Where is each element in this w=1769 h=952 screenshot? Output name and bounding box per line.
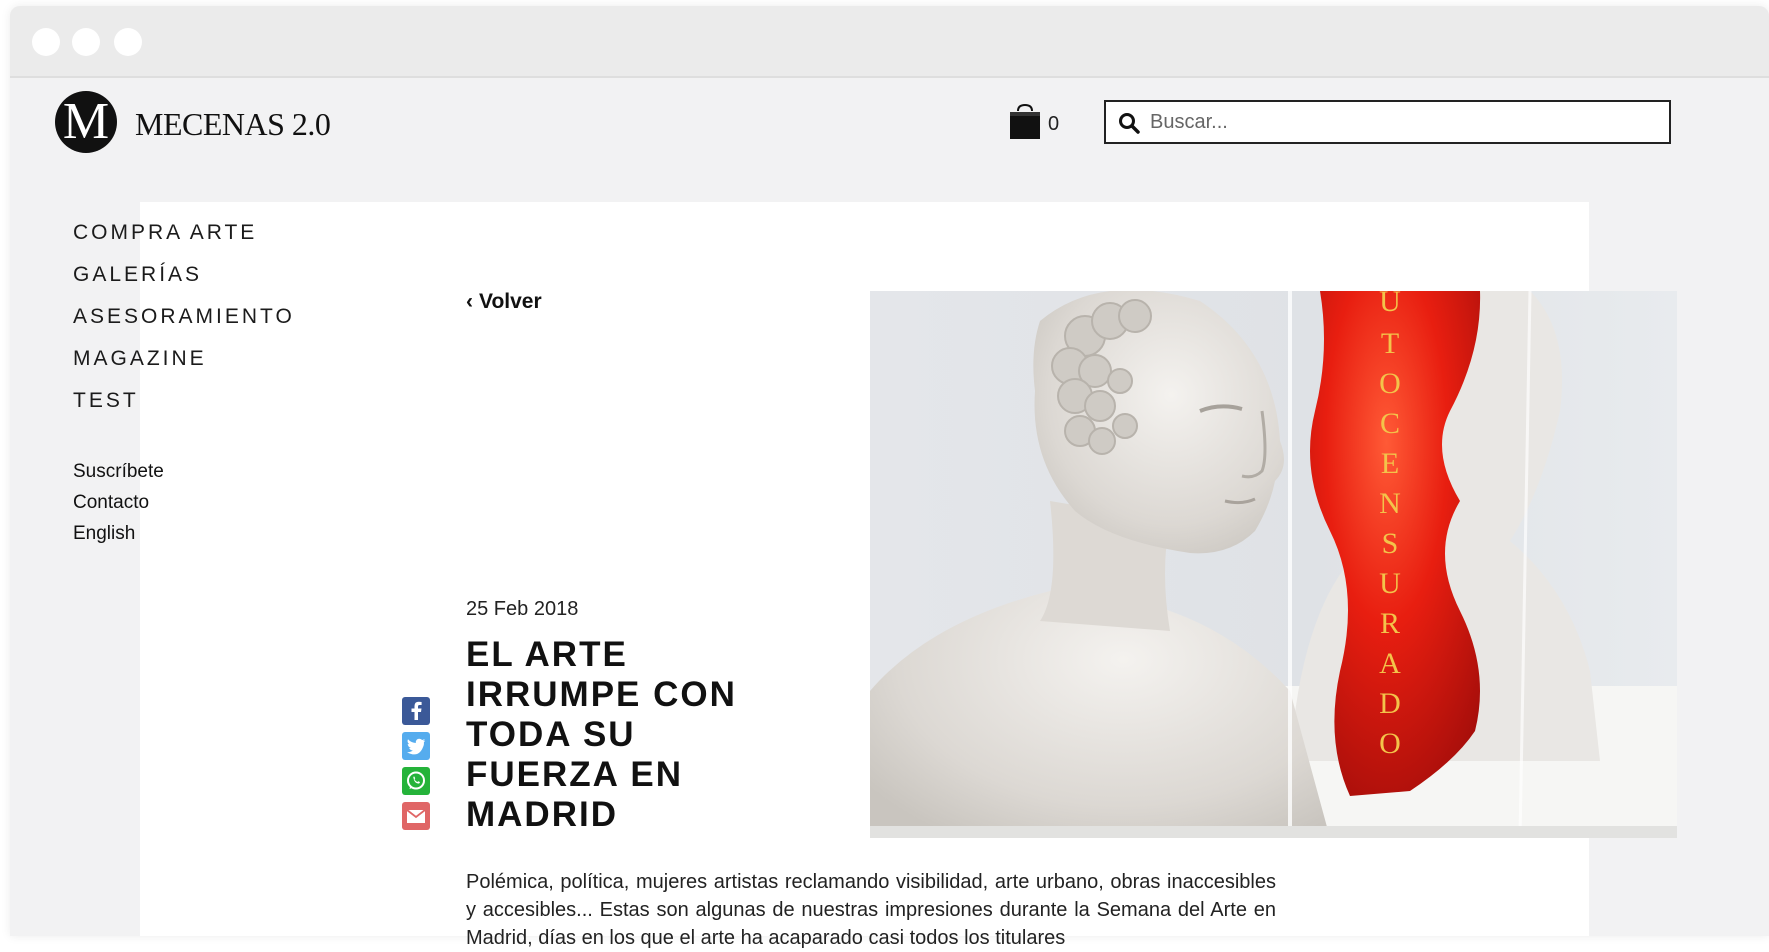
svg-text:A: A [1379,647,1401,680]
svg-text:C: C [1380,407,1400,440]
title-line: MADRID [466,795,618,834]
title-bar [10,6,1769,78]
nav-item-magazine[interactable]: MAGAZINE [73,346,295,388]
article-hero-image[interactable]: U T O C E N S U R A D O [870,291,1677,838]
nav-link-contacto[interactable]: Contacto [73,491,164,522]
svg-text:S: S [1382,527,1399,560]
window-maximize-dot[interactable] [114,28,142,56]
svg-text:O: O [1379,727,1401,760]
shopping-bag-icon[interactable] [1007,103,1043,141]
article-date: 25 Feb 2018 [466,598,579,620]
chevron-left-icon: ‹ [466,290,473,313]
svg-text:U: U [1379,291,1401,318]
twitter-icon[interactable] [402,732,430,760]
nav-item-asesoramiento[interactable]: ASESORAMIENTO [73,304,295,346]
svg-text:R: R [1380,607,1400,640]
title-line: FUERZA EN [466,755,683,794]
main-nav: COMPRA ARTE GALERÍAS ASESORAMIENTO MAGAZ… [73,220,295,430]
cart-count[interactable]: 0 [1048,113,1059,136]
nav-item-galerias[interactable]: GALERÍAS [73,262,295,304]
email-icon[interactable] [402,802,430,830]
facebook-icon[interactable] [402,697,430,725]
nav-item-test[interactable]: TEST [73,388,295,430]
brand-logo[interactable]: M [55,91,117,153]
article-excerpt: Polémica, política, mujeres artistas rec… [466,871,1276,949]
nav-link-english[interactable]: English [73,522,164,553]
title-line: EL ARTE [466,635,628,674]
search-input[interactable] [1150,108,1650,136]
brand-name[interactable]: MECENAS 2.0 [135,106,331,143]
svg-text:T: T [1381,327,1399,360]
svg-text:D: D [1379,687,1401,720]
secondary-nav: Suscríbete Contacto English [73,460,164,553]
svg-text:E: E [1381,447,1399,480]
window-close-dot[interactable] [32,28,60,56]
title-line: TODA SU [466,715,636,754]
share-buttons [402,697,430,837]
svg-text:N: N [1379,487,1401,520]
svg-text:U: U [1379,567,1401,600]
back-link[interactable]: ‹ Volver [466,290,542,314]
article-title: EL ARTE IRRUMPE CON TODA SU FUERZA EN MA… [466,635,826,835]
nav-link-suscribete[interactable]: Suscríbete [73,460,164,491]
back-label: Volver [479,290,542,313]
svg-text:O: O [1379,367,1401,400]
nav-item-compra-arte[interactable]: COMPRA ARTE [73,220,295,262]
title-line: IRRUMPE CON [466,675,737,714]
whatsapp-icon[interactable] [402,767,430,795]
search-box[interactable] [1104,100,1671,144]
window-minimize-dot[interactable] [72,28,100,56]
search-icon [1119,113,1140,134]
